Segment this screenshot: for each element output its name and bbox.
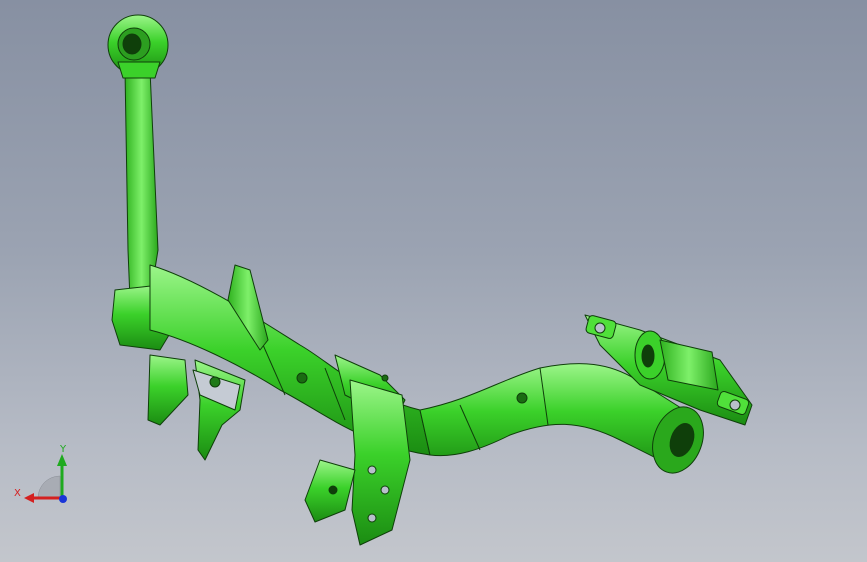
graphics-viewport[interactable]: Y X [0, 0, 867, 562]
triad-quadrant [37, 475, 61, 499]
x-axis-label: X [14, 488, 21, 499]
left-lower-arm-1 [147, 354, 189, 426]
rear-suspension-beam-model[interactable] [0, 0, 867, 562]
y-axis-label: Y [59, 444, 67, 455]
view-orientation-triad: Y X [14, 444, 67, 503]
z-axis-dot [59, 495, 67, 503]
